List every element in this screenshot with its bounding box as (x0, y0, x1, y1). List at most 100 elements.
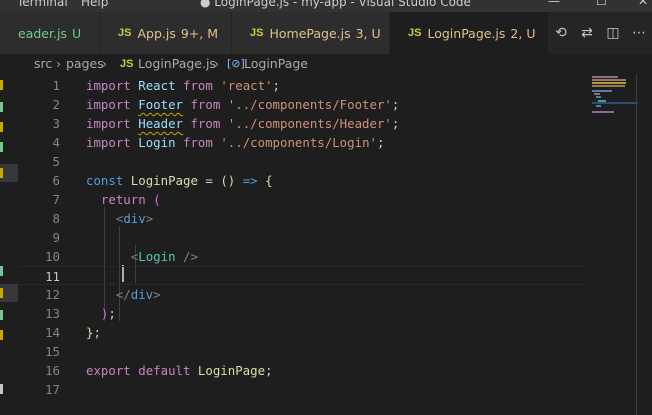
line-number: 7 (52, 192, 60, 207)
code-line[interactable]: 6 const LoginPage = () => { (18, 171, 588, 190)
code-token: div (130, 287, 154, 302)
timeline-icon[interactable]: ⟲ (548, 25, 574, 41)
minimap[interactable] (588, 74, 652, 415)
code-token: </ (115, 287, 131, 302)
minimap-line (592, 90, 612, 92)
code-token: > (153, 287, 161, 302)
tab-label: LoginPage.js (427, 25, 506, 41)
git-marker (0, 288, 3, 298)
split-editor-icon[interactable]: ◫ (600, 25, 626, 41)
code-token: => (242, 173, 258, 188)
chevron-right-icon: › (214, 56, 219, 71)
code-text: import Footer from '../components/Footer… (86, 95, 399, 114)
minimap-line (592, 111, 614, 113)
git-marker (0, 168, 3, 178)
code-line[interactable]: 3 import Header from '../components/Heade… (18, 114, 588, 133)
line-number: 6 (52, 173, 60, 188)
breadcrumb-symbol[interactable]: LoginPage (244, 56, 308, 71)
breadcrumb-pages[interactable]: pages (66, 56, 104, 71)
js-file-icon: JS (408, 27, 422, 39)
code-line[interactable]: 15 (18, 342, 588, 361)
minimize-icon[interactable]: — (548, 0, 560, 8)
code-token: () (220, 173, 236, 188)
code-token: LoginPage (197, 363, 266, 378)
code-text: }; (86, 323, 101, 342)
symbol-method-icon: [⊘] (227, 57, 245, 70)
code-token: from (183, 135, 213, 150)
tab-status: U (71, 25, 82, 41)
code-line[interactable]: 9 (18, 228, 588, 247)
code-text: ); (86, 304, 116, 323)
tab-loginpage-js[interactable]: JS LoginPage.js 2, U (390, 12, 558, 54)
code-token: ; (391, 116, 400, 131)
tab-homepage-js[interactable]: JS HomePage.js 3, U (232, 12, 390, 54)
line-number: 2 (52, 97, 60, 112)
code-line[interactable]: 11 (18, 266, 588, 285)
code-line[interactable]: 14}; (18, 323, 588, 342)
git-marker (0, 330, 3, 340)
git-marker (0, 80, 3, 90)
minimap-line (592, 79, 626, 81)
minimap-line (596, 105, 601, 107)
breadcrumb-file[interactable]: LoginPage.js (138, 56, 216, 71)
js-file-icon: JS (120, 58, 134, 70)
code-text: return ( (86, 190, 161, 209)
chevron-right-icon: › (102, 56, 107, 71)
minimap-line (592, 82, 626, 84)
minimap-line (594, 93, 600, 95)
code-token: import (86, 97, 131, 112)
code-token: return (100, 192, 146, 207)
code-line[interactable]: 7 return ( (18, 190, 588, 209)
code-line[interactable]: 12 </div> (18, 285, 588, 304)
code-line[interactable]: 1 import React from 'react'; (18, 76, 588, 95)
code-token: ; (265, 363, 273, 378)
tab-label: App.js (137, 25, 176, 41)
close-window-icon[interactable]: ✕ (638, 0, 648, 8)
explorer-edge (0, 74, 18, 415)
tab-status: 2, U (510, 25, 536, 41)
code-line[interactable]: 17 (18, 380, 588, 399)
line-number: 12 (45, 287, 60, 302)
code-line[interactable]: 8 <div> (18, 209, 588, 228)
code-line[interactable]: 16 export default LoginPage; (18, 361, 588, 380)
code-token: import (86, 78, 131, 93)
code-token: ; (272, 78, 281, 93)
code-line[interactable]: 4 import Login from '../components/Login'… (18, 133, 588, 152)
code-line[interactable]: 5 (18, 152, 588, 171)
maximize-icon[interactable]: ☐ (596, 0, 607, 8)
code-text: </div> (86, 285, 161, 304)
tab-header-js[interactable]: eader.js U (0, 12, 100, 54)
code-token: ( (153, 192, 161, 207)
minimap-line (596, 96, 601, 98)
code-token: from (183, 78, 213, 93)
code-token: LoginPage (130, 173, 198, 188)
breadcrumb: src › pages › JS LoginPage.js › [⊘] Logi… (0, 54, 652, 74)
code-token: export (86, 363, 131, 378)
code-line[interactable]: 13 ); (18, 304, 588, 323)
js-file-icon: JS (118, 27, 132, 39)
tab-app-js[interactable]: JS App.js 9+, M (100, 12, 232, 54)
vertical-scrollbar[interactable] (636, 74, 637, 415)
git-marker (0, 102, 3, 112)
compare-changes-icon[interactable]: ⇄ (574, 25, 600, 41)
code-token: div (123, 211, 146, 226)
code-editor[interactable]: 1 import React from 'react'; 2 import Foote… (18, 74, 588, 415)
tab-label: eader.js (18, 25, 67, 41)
menu-help[interactable]: Help (81, 0, 108, 9)
code-token: '../components/Footer' (227, 97, 392, 112)
code-line[interactable]: 2 import Footer from '../components/Foote… (18, 95, 588, 114)
menu-terminal[interactable]: Terminal (17, 0, 68, 9)
code-token: ; (93, 325, 101, 340)
code-line[interactable]: 10 <Login /> (18, 247, 588, 266)
js-file-icon: JS (250, 27, 264, 39)
breadcrumb-src[interactable]: src (34, 56, 52, 71)
more-actions-icon[interactable]: ⋯ (626, 25, 652, 41)
